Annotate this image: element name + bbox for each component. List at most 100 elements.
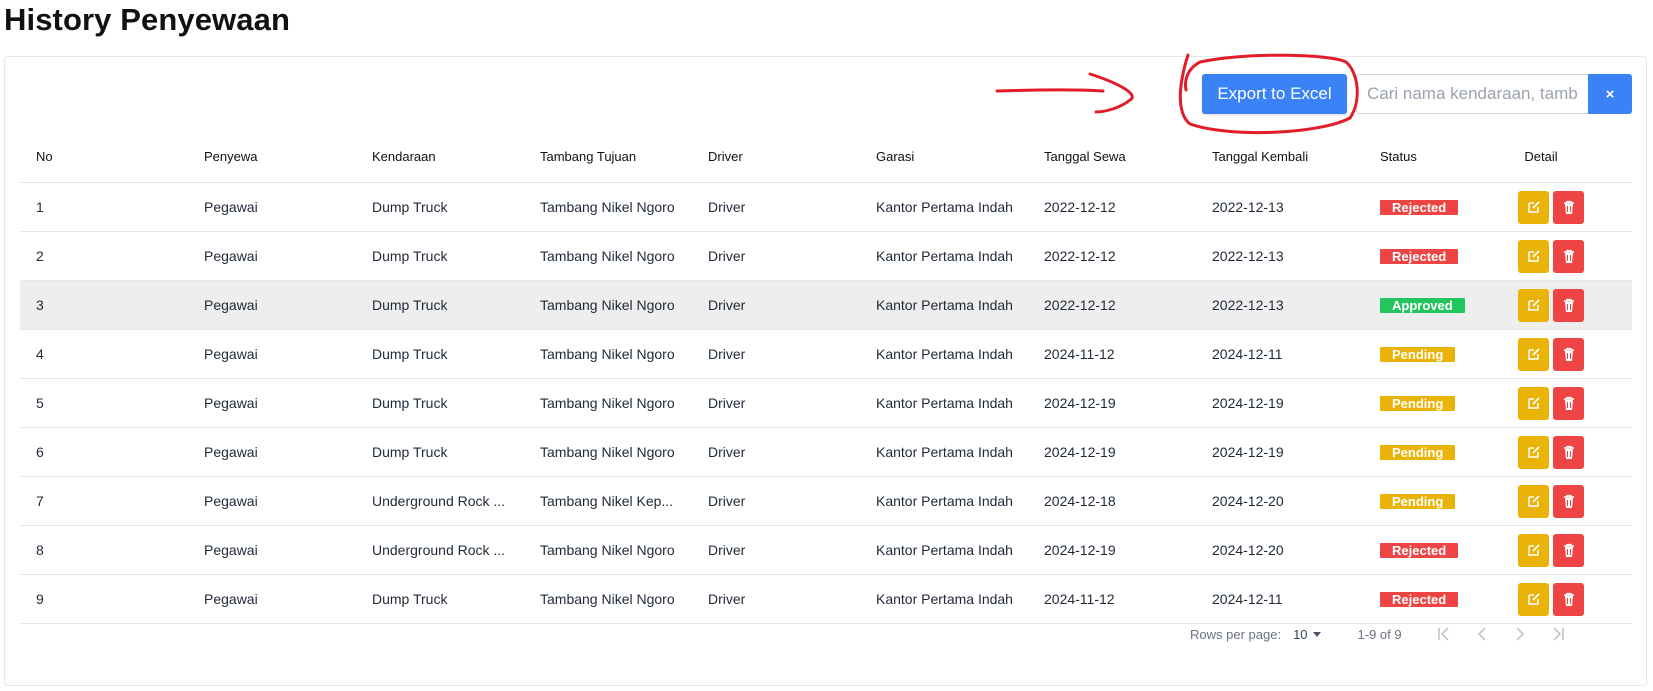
export-excel-button[interactable]: Export to Excel [1202, 74, 1347, 114]
search-input[interactable] [1356, 74, 1588, 114]
previous-page-button[interactable] [1474, 626, 1490, 642]
cell-penyewa: Pegawai [204, 346, 258, 362]
cell-tanggal-sewa: 2022-12-12 [1044, 248, 1116, 264]
table-row[interactable]: 2 Pegawai Dump Truck Tambang Nikel Ngoro Dri… [20, 232, 1632, 281]
next-page-button[interactable] [1512, 626, 1528, 642]
cell-garasi: Kantor Pertama Indah [876, 199, 1013, 215]
pagination: Rows per page: 10 1-9 of 9 [1190, 624, 1566, 644]
edit-button[interactable] [1518, 533, 1549, 567]
cell-garasi: Kantor Pertama Indah [876, 297, 1013, 313]
edit-button[interactable] [1518, 190, 1549, 224]
cell-detail [1498, 386, 1602, 420]
table-row[interactable]: 9 Pegawai Dump Truck Tambang Nikel Ngoro Dri… [20, 575, 1632, 624]
cell-status: Pending [1364, 493, 1498, 509]
chevron-left-icon [1477, 627, 1486, 641]
trash-icon [1563, 396, 1574, 410]
delete-button[interactable] [1553, 190, 1584, 224]
cell-no: 1 [36, 199, 44, 215]
table-row[interactable]: 3 Pegawai Dump Truck Tambang Nikel Ngoro Dri… [20, 281, 1632, 330]
cell-kendaraan: Dump Truck [372, 395, 448, 411]
cell-tanggal-kembali: 2022-12-13 [1212, 297, 1284, 313]
rows-per-page-select[interactable]: 10 [1293, 627, 1325, 642]
cell-status: Pending [1364, 395, 1498, 411]
trash-icon [1563, 592, 1574, 606]
cell-tambang-tujuan: Tambang Nikel Ngoro [540, 248, 675, 264]
cell-penyewa: Pegawai [204, 444, 258, 460]
cell-tanggal-sewa: 2024-12-19 [1044, 542, 1116, 558]
cell-tanggal-sewa: 2024-11-12 [1044, 346, 1115, 362]
cell-tambang-tujuan: Tambang Nikel Ngoro [540, 444, 675, 460]
table-header: No Penyewa Kendaraan Tambang Tujuan Driv… [20, 130, 1632, 183]
edit-icon [1527, 544, 1540, 556]
delete-button[interactable] [1553, 337, 1584, 371]
table-row[interactable]: 8 Pegawai Underground Rock ... Tambang Nike… [20, 526, 1632, 575]
rows-per-page-value: 10 [1293, 626, 1308, 642]
column-header-tanggal-sewa: Tanggal Sewa [1044, 148, 1126, 164]
cell-driver: Driver [708, 493, 746, 509]
edit-button[interactable] [1518, 435, 1549, 469]
first-page-button[interactable] [1436, 626, 1452, 642]
pagination-nav [1436, 626, 1566, 642]
edit-icon [1527, 397, 1540, 409]
cell-driver: Driver [708, 199, 746, 215]
cell-penyewa: Pegawai [204, 493, 258, 509]
cell-garasi: Kantor Pertama Indah [876, 542, 1013, 558]
table-row[interactable]: 1 Pegawai Dump Truck Tambang Nikel Ngoro Dri… [20, 183, 1632, 232]
delete-button[interactable] [1553, 435, 1584, 469]
column-header-status: Status [1380, 148, 1417, 164]
cell-no: 7 [36, 493, 44, 509]
cell-detail [1498, 582, 1602, 616]
cell-tambang-tujuan: Tambang Nikel Ngoro [540, 297, 675, 313]
clear-search-button[interactable]: × [1588, 74, 1632, 114]
delete-button[interactable] [1553, 239, 1584, 273]
status-badge: Approved [1380, 298, 1465, 313]
cell-no: 4 [36, 346, 44, 362]
delete-button[interactable] [1553, 582, 1584, 616]
trash-icon [1563, 445, 1574, 459]
cell-no: 3 [36, 297, 44, 313]
edit-button[interactable] [1518, 582, 1549, 616]
history-table: No Penyewa Kendaraan Tambang Tujuan Driv… [20, 130, 1632, 624]
cell-detail [1498, 484, 1602, 518]
table-row[interactable]: 6 Pegawai Dump Truck Tambang Nikel Ngoro Dri… [20, 428, 1632, 477]
cell-penyewa: Pegawai [204, 395, 258, 411]
row-actions [1498, 533, 1602, 567]
last-page-button[interactable] [1550, 626, 1566, 642]
edit-button[interactable] [1518, 239, 1549, 273]
cell-kendaraan: Dump Truck [372, 297, 448, 313]
column-header-kendaraan: Kendaraan [372, 148, 436, 164]
cell-tanggal-sewa: 2024-12-18 [1044, 493, 1116, 509]
column-header-no: No [36, 148, 53, 164]
cell-status: Pending [1364, 346, 1498, 362]
cell-tanggal-sewa: 2022-12-12 [1044, 297, 1116, 313]
status-badge: Pending [1380, 347, 1456, 362]
close-icon: × [1605, 85, 1615, 103]
cell-status: Pending [1364, 444, 1498, 460]
trash-icon [1563, 543, 1574, 557]
row-actions [1498, 190, 1602, 224]
delete-button[interactable] [1553, 533, 1584, 567]
caret-down-icon [1312, 632, 1321, 637]
status-badge: Rejected [1380, 249, 1459, 264]
cell-tanggal-kembali: 2024-12-20 [1212, 542, 1284, 558]
cell-tambang-tujuan: Tambang Nikel Ngoro [540, 199, 675, 215]
cell-tanggal-sewa: 2022-12-12 [1044, 199, 1116, 215]
page-title: History Penyewaan [4, 2, 290, 37]
cell-detail [1498, 239, 1602, 273]
cell-kendaraan: Dump Truck [372, 346, 448, 362]
rows-per-page-label: Rows per page: [1190, 626, 1282, 642]
edit-button[interactable] [1518, 484, 1549, 518]
delete-button[interactable] [1553, 386, 1584, 420]
table-row[interactable]: 7 Pegawai Underground Rock ... Tambang Nike… [20, 477, 1632, 526]
table-body: 1 Pegawai Dump Truck Tambang Nikel Ngoro Dri… [20, 183, 1632, 624]
delete-button[interactable] [1553, 484, 1584, 518]
edit-button[interactable] [1518, 386, 1549, 420]
table-row[interactable]: 4 Pegawai Dump Truck Tambang Nikel Ngoro Dri… [20, 330, 1632, 379]
edit-button[interactable] [1518, 288, 1549, 322]
chevron-right-icon [1516, 627, 1524, 641]
table-row[interactable]: 5 Pegawai Dump Truck Tambang Nikel Ngoro Dri… [20, 379, 1632, 428]
edit-button[interactable] [1518, 337, 1549, 371]
delete-button[interactable] [1553, 288, 1584, 322]
column-header-garasi: Garasi [876, 148, 915, 164]
cell-penyewa: Pegawai [204, 542, 258, 558]
